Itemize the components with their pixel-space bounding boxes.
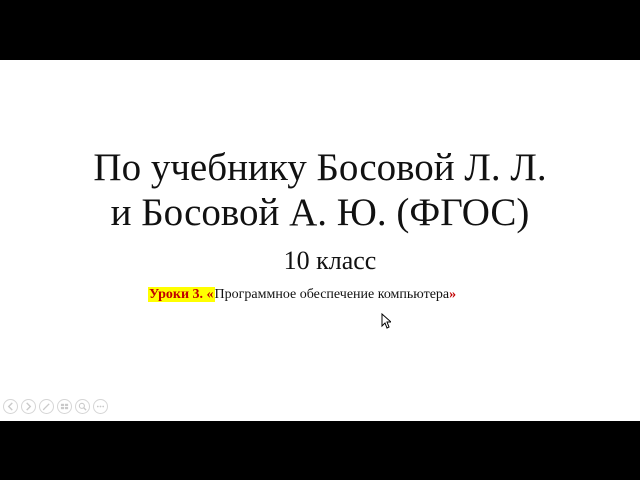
slideshow-toolbar: [3, 399, 108, 414]
more-icon: [96, 405, 105, 408]
previous-slide-button[interactable]: [3, 399, 18, 414]
slide-title-line-2: и Босовой А. Ю. (ФГОС): [110, 191, 530, 234]
presentation-slide[interactable]: По учебнику Босовой Л. Л. и Босовой А. Ю…: [0, 60, 640, 421]
lesson-number-highlight: Уроки 3. «: [148, 287, 215, 302]
letterbox-top: [0, 0, 640, 60]
previous-icon: [7, 402, 13, 411]
pen-icon: [42, 403, 50, 411]
slide-lesson-line: Уроки 3. «Программное обеспечение компью…: [148, 286, 456, 303]
mouse-cursor-icon: [381, 313, 391, 329]
next-slide-button[interactable]: [21, 399, 36, 414]
slides-icon: [60, 403, 69, 410]
zoom-icon: [78, 402, 87, 411]
pen-tool-button[interactable]: [39, 399, 54, 414]
more-options-button[interactable]: [93, 399, 108, 414]
slide-title-line-1: По учебнику Босовой Л. Л.: [93, 146, 547, 189]
slide-title: По учебнику Босовой Л. Л. и Босовой А. Ю…: [0, 145, 640, 235]
next-icon: [26, 402, 32, 411]
zoom-button[interactable]: [75, 399, 90, 414]
slide-grade: 10 класс: [283, 246, 377, 275]
lesson-title: Программное обеспечение компьютера: [214, 287, 450, 302]
see-all-slides-button[interactable]: [57, 399, 72, 414]
letterbox-bottom: [0, 421, 640, 480]
lesson-closing-quote: »: [449, 287, 457, 302]
